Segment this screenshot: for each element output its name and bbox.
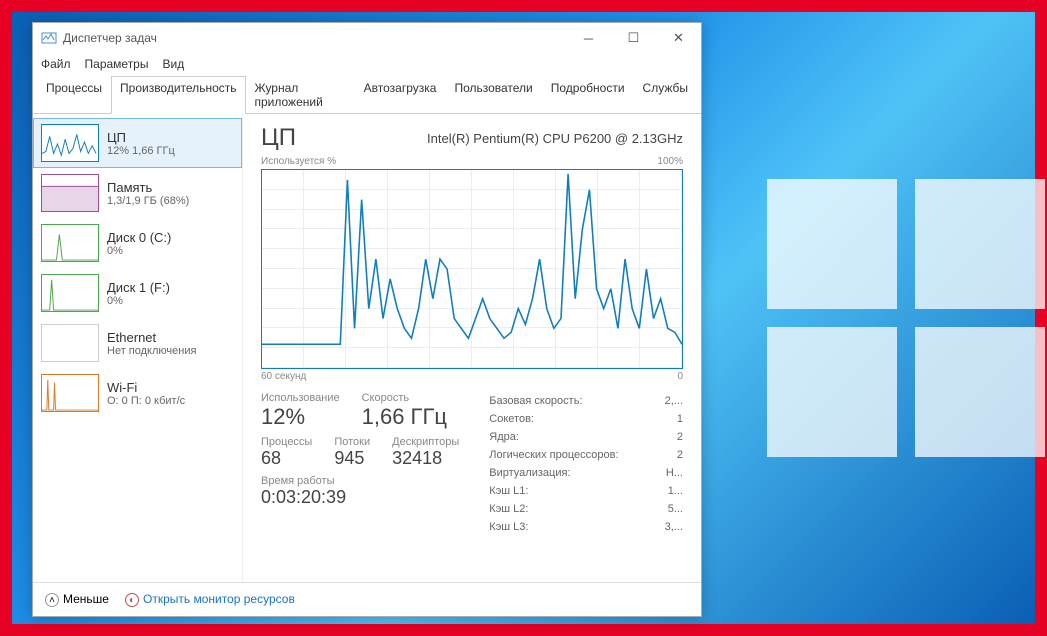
menubar: Файл Параметры Вид [33, 53, 701, 75]
l2-cache-label: Кэш L2: [489, 503, 528, 515]
uptime-label: Время работы [261, 475, 346, 487]
titlebar[interactable]: Диспетчер задач ─ ☐ ✕ [33, 23, 701, 53]
l3-cache-label: Кэш L3: [489, 521, 528, 533]
tab-performance[interactable]: Производительность [111, 76, 245, 114]
virtualization-value: Н... [666, 467, 683, 479]
disk0-thumb-icon [41, 224, 99, 262]
menu-file[interactable]: Файл [41, 57, 71, 71]
cores-value: 2 [677, 431, 683, 443]
window-title: Диспетчер задач [63, 31, 157, 45]
wifi-thumb-icon [41, 374, 99, 412]
body: ЦП12% 1,66 ГГц Память1,3/1,9 ГБ (68%) Ди… [33, 114, 701, 582]
sidebar-disk1-title: Диск 1 (F:) [107, 280, 170, 295]
sidebar-item-wifi[interactable]: Wi-FiО: 0 П: 0 кбит/с [33, 368, 242, 418]
sidebar-mem-sub: 1,3/1,9 ГБ (68%) [107, 195, 189, 207]
windows-logo [767, 179, 1045, 457]
virtualization-label: Виртуализация: [489, 467, 570, 479]
threads-value: 945 [334, 448, 370, 469]
sidebar-disk1-sub: 0% [107, 295, 170, 307]
fewer-details-button[interactable]: ˄Меньше [45, 592, 109, 608]
tab-details[interactable]: Подробности [542, 76, 634, 114]
sidebar-item-cpu[interactable]: ЦП12% 1,66 ГГц [33, 118, 242, 168]
tab-app-history[interactable]: Журнал приложений [246, 76, 355, 114]
l1-cache-label: Кэш L1: [489, 485, 528, 497]
desktop-background: Диспетчер задач ─ ☐ ✕ Файл Параметры Вид… [12, 12, 1035, 624]
processes-value: 68 [261, 448, 312, 469]
main-panel: ЦП Intel(R) Pentium(R) CPU P6200 @ 2.13G… [243, 114, 701, 582]
base-speed-label: Базовая скорость: [489, 395, 582, 407]
chart-xlabel: 60 секунд [261, 371, 306, 382]
sidebar-disk0-title: Диск 0 (C:) [107, 230, 171, 245]
maximize-button[interactable]: ☐ [611, 23, 656, 53]
usage-value: 12% [261, 404, 340, 430]
sidebar: ЦП12% 1,66 ГГц Память1,3/1,9 ГБ (68%) Ди… [33, 114, 243, 582]
chevron-up-icon: ˄ [45, 593, 59, 607]
disk1-thumb-icon [41, 274, 99, 312]
close-button[interactable]: ✕ [656, 23, 701, 53]
sidebar-cpu-title: ЦП [107, 130, 175, 145]
cpu-usage-chart [261, 169, 683, 369]
footer: ˄Меньше ◐Открыть монитор ресурсов [33, 582, 701, 616]
sidebar-eth-title: Ethernet [107, 330, 196, 345]
sockets-label: Сокетов: [489, 413, 534, 425]
chart-ymax: 100% [657, 156, 683, 167]
sidebar-wifi-title: Wi-Fi [107, 380, 185, 395]
cpu-thumb-icon [41, 124, 99, 162]
sockets-value: 1 [677, 413, 683, 425]
sidebar-item-ethernet[interactable]: EthernetНет подключения [33, 318, 242, 368]
monitor-icon: ◐ [125, 593, 139, 607]
sidebar-mem-title: Память [107, 180, 189, 195]
speed-value: 1,66 ГГц [362, 404, 447, 430]
tab-processes[interactable]: Процессы [37, 76, 111, 114]
handles-value: 32418 [392, 448, 459, 469]
threads-label: Потоки [334, 436, 370, 448]
tab-users[interactable]: Пользователи [445, 76, 541, 114]
base-speed-value: 2,... [665, 395, 683, 407]
processes-label: Процессы [261, 436, 312, 448]
chart-xmin: 0 [677, 371, 683, 382]
tab-startup[interactable]: Автозагрузка [355, 76, 446, 114]
cores-label: Ядра: [489, 431, 519, 443]
tab-strip: Процессы Производительность Журнал прило… [33, 75, 701, 114]
sidebar-cpu-sub: 12% 1,66 ГГц [107, 145, 175, 157]
menu-options[interactable]: Параметры [85, 57, 149, 71]
menu-view[interactable]: Вид [162, 57, 184, 71]
sidebar-wifi-sub: О: 0 П: 0 кбит/с [107, 395, 185, 407]
sidebar-item-disk0[interactable]: Диск 0 (C:)0% [33, 218, 242, 268]
sidebar-eth-sub: Нет подключения [107, 345, 196, 357]
minimize-button[interactable]: ─ [566, 23, 611, 53]
sidebar-item-memory[interactable]: Память1,3/1,9 ГБ (68%) [33, 168, 242, 218]
app-icon [41, 30, 57, 46]
ethernet-thumb-icon [41, 324, 99, 362]
uptime-value: 0:03:20:39 [261, 487, 346, 508]
sidebar-item-disk1[interactable]: Диск 1 (F:)0% [33, 268, 242, 318]
logical-proc-label: Логических процессоров: [489, 449, 618, 461]
memory-thumb-icon [41, 174, 99, 212]
l3-cache-value: 3,... [665, 521, 683, 533]
speed-label: Скорость [362, 392, 447, 404]
cpu-model: Intel(R) Pentium(R) CPU P6200 @ 2.13GHz [427, 131, 683, 146]
l2-cache-value: 5... [668, 503, 683, 515]
panel-title: ЦП [261, 124, 296, 152]
logical-proc-value: 2 [677, 449, 683, 461]
tab-services[interactable]: Службы [634, 76, 697, 114]
handles-label: Дескрипторы [392, 436, 459, 448]
chart-ylabel: Используется % [261, 156, 336, 167]
l1-cache-value: 1... [668, 485, 683, 497]
usage-label: Использование [261, 392, 340, 404]
sidebar-disk0-sub: 0% [107, 245, 171, 257]
task-manager-window: Диспетчер задач ─ ☐ ✕ Файл Параметры Вид… [32, 22, 702, 617]
open-resource-monitor-link[interactable]: ◐Открыть монитор ресурсов [125, 592, 295, 608]
